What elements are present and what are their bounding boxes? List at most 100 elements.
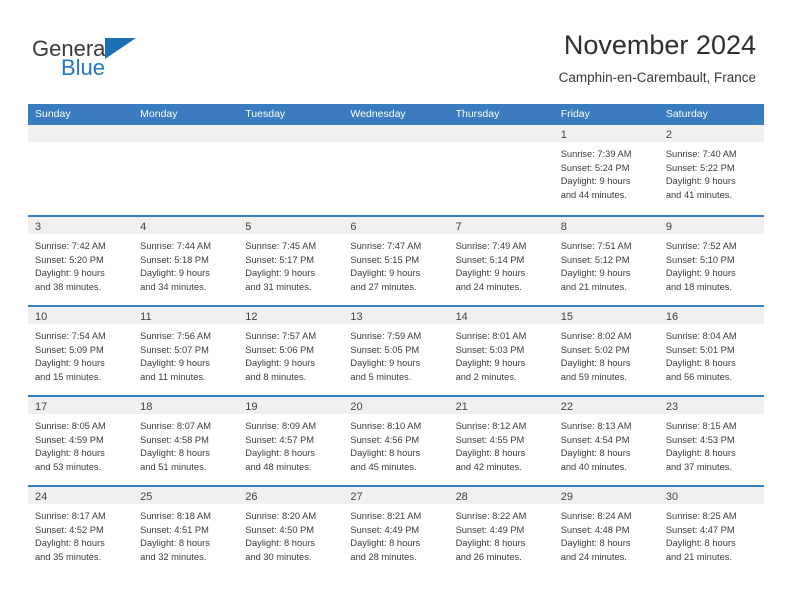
day-number: 13 [350, 311, 363, 323]
day-detail-line: Sunset: 4:55 PM [455, 434, 525, 445]
day-cell[interactable]: 2 Sunrise: 7:40 AM Sunset: 5:22 PM Daylight… [658, 125, 764, 215]
day-detail-line: Daylight: 8 hours [35, 448, 105, 459]
day-cell[interactable]: 22 Sunrise: 8:13 AM Sunset: 4:54 PM Dayligh… [553, 397, 659, 485]
day-cell-empty [133, 125, 239, 215]
day-cell[interactable]: 9 Sunrise: 7:52 AM Sunset: 5:10 PM Daylight… [658, 217, 764, 305]
day-detail-line: Sunset: 4:56 PM [350, 434, 420, 445]
day-cell[interactable]: 8 Sunrise: 7:51 AM Sunset: 5:12 PM Daylight… [553, 217, 659, 305]
week-row: 3 Sunrise: 7:42 AM Sunset: 5:20 PM Daylight… [28, 215, 764, 305]
day-cell[interactable]: 21 Sunrise: 8:12 AM Sunset: 4:55 PM Dayligh… [448, 397, 554, 485]
day-number-band: 16 [658, 307, 764, 324]
day-cell[interactable]: 30 Sunrise: 8:25 AM Sunset: 4:47 PM Dayligh… [658, 487, 764, 575]
day-cell[interactable]: 29 Sunrise: 8:24 AM Sunset: 4:48 PM Dayligh… [553, 487, 659, 575]
day-cell[interactable]: 15 Sunrise: 8:02 AM Sunset: 5:02 PM Dayligh… [553, 307, 659, 395]
day-cell[interactable]: 13 Sunrise: 7:59 AM Sunset: 5:05 PM Dayligh… [343, 307, 449, 395]
day-cell[interactable]: 7 Sunrise: 7:49 AM Sunset: 5:14 PM Daylight… [448, 217, 554, 305]
day-detail-line: Daylight: 9 hours [665, 268, 736, 279]
week-row: 24 Sunrise: 8:17 AM Sunset: 4:52 PM Dayligh… [28, 485, 764, 575]
day-number: 16 [665, 311, 679, 323]
day-cell[interactable]: 26 Sunrise: 8:20 AM Sunset: 4:50 PM Dayligh… [238, 487, 344, 575]
day-header-tuesday: Tuesday [245, 108, 286, 120]
day-detail-line: Daylight: 9 hours [350, 268, 421, 279]
day-detail-line: and 18 minutes. [665, 281, 732, 292]
day-number-band: 4 [133, 217, 239, 234]
day-number-band: 19 [238, 397, 344, 414]
day-detail-line: and 37 minutes. [665, 461, 732, 472]
day-cell[interactable]: 6 Sunrise: 7:47 AM Sunset: 5:15 PM Daylight… [343, 217, 449, 305]
day-number-band [238, 125, 344, 142]
day-cell[interactable]: 3 Sunrise: 7:42 AM Sunset: 5:20 PM Daylight… [28, 217, 134, 305]
day-detail-line: and 40 minutes. [560, 461, 627, 472]
day-cell[interactable]: 4 Sunrise: 7:44 AM Sunset: 5:18 PM Daylight… [133, 217, 239, 305]
day-detail-line: Daylight: 8 hours [140, 448, 210, 459]
day-cell[interactable]: 1 Sunrise: 7:39 AM Sunset: 5:24 PM Daylight… [553, 125, 659, 215]
day-cell[interactable]: 23 Sunrise: 8:15 AM Sunset: 4:53 PM Dayligh… [658, 397, 764, 485]
day-detail-line: and 30 minutes. [245, 551, 312, 562]
brand-logo[interactable]: General Blue [32, 36, 212, 86]
day-detail-line: Sunset: 4:50 PM [245, 524, 315, 535]
day-cell[interactable]: 5 Sunrise: 7:45 AM Sunset: 5:17 PM Daylight… [238, 217, 344, 305]
day-detail-line: Sunset: 4:58 PM [140, 434, 209, 445]
day-cell[interactable]: 10 Sunrise: 7:54 AM Sunset: 5:09 PM Dayligh… [28, 307, 134, 395]
day-cell[interactable]: 16 Sunrise: 8:04 AM Sunset: 5:01 PM Dayligh… [658, 307, 764, 395]
day-detail-line: and 31 minutes. [245, 281, 312, 292]
day-detail-line: and 27 minutes. [350, 281, 417, 292]
day-details: Sunrise: 7:51 AM Sunset: 5:12 PM Daylight:… [554, 234, 659, 294]
day-detail-line: Sunset: 5:17 PM [245, 254, 315, 265]
day-details: Sunrise: 8:25 AM Sunset: 4:47 PM Daylight:… [659, 504, 764, 564]
day-cell[interactable]: 12 Sunrise: 7:57 AM Sunset: 5:06 PM Dayligh… [238, 307, 344, 395]
day-cell[interactable]: 24 Sunrise: 8:17 AM Sunset: 4:52 PM Dayligh… [28, 487, 134, 575]
day-details: Sunrise: 7:40 AM Sunset: 5:22 PM Daylight:… [659, 142, 764, 202]
week-row: 10 Sunrise: 7:54 AM Sunset: 5:09 PM Dayligh… [28, 305, 764, 395]
day-detail-line: Sunrise: 8:01 AM [455, 331, 527, 341]
day-details: Sunrise: 8:10 AM Sunset: 4:56 PM Daylight:… [343, 414, 448, 474]
day-number-band: 21 [448, 397, 554, 414]
day-detail-line: Sunset: 4:49 PM [455, 524, 525, 535]
day-detail-line: and 59 minutes. [560, 371, 627, 382]
day-number: 28 [455, 491, 468, 503]
calendar-page: General Blue November 2024 Camphin-en-Ca… [0, 0, 792, 612]
day-cell-empty [343, 125, 449, 215]
day-cell[interactable]: 18 Sunrise: 8:07 AM Sunset: 4:58 PM Dayligh… [133, 397, 239, 485]
day-number-band: 7 [448, 217, 554, 234]
day-cell[interactable]: 28 Sunrise: 8:22 AM Sunset: 4:49 PM Dayligh… [448, 487, 554, 575]
day-number: 22 [560, 401, 573, 413]
day-details: Sunrise: 8:21 AM Sunset: 4:49 PM Daylight:… [343, 504, 448, 564]
day-detail-line: Sunset: 5:10 PM [665, 254, 735, 265]
day-number-band: 23 [658, 397, 764, 414]
day-detail-line: Sunset: 5:20 PM [35, 254, 104, 265]
day-cell[interactable]: 19 Sunrise: 8:09 AM Sunset: 4:57 PM Dayligh… [238, 397, 344, 485]
day-details: Sunrise: 8:12 AM Sunset: 4:55 PM Daylight:… [449, 414, 554, 474]
day-number-band: 1 [553, 125, 659, 142]
day-number: 8 [560, 221, 567, 233]
day-cell[interactable]: 20 Sunrise: 8:10 AM Sunset: 4:56 PM Dayligh… [343, 397, 449, 485]
day-details [133, 142, 238, 148]
day-cell[interactable]: 14 Sunrise: 8:01 AM Sunset: 5:03 PM Dayligh… [448, 307, 554, 395]
day-number-band: 26 [238, 487, 344, 504]
day-number-band: 10 [28, 307, 134, 324]
day-number-band: 28 [448, 487, 554, 504]
day-number-band: 17 [28, 397, 134, 414]
day-detail-line: Sunset: 4:49 PM [350, 524, 420, 535]
day-number-band: 30 [658, 487, 764, 504]
day-number: 10 [35, 311, 48, 323]
day-detail-line: Sunrise: 8:09 AM [245, 421, 317, 431]
day-detail-line: and 35 minutes. [35, 551, 102, 562]
day-cell[interactable]: 27 Sunrise: 8:21 AM Sunset: 4:49 PM Dayligh… [343, 487, 449, 575]
day-detail-line: Daylight: 9 hours [560, 268, 631, 279]
day-cell[interactable]: 17 Sunrise: 8:05 AM Sunset: 4:59 PM Dayligh… [28, 397, 134, 485]
day-cell[interactable]: 25 Sunrise: 8:18 AM Sunset: 4:51 PM Dayligh… [133, 487, 239, 575]
day-detail-line: and 24 minutes. [455, 281, 522, 292]
day-number: 27 [350, 491, 363, 503]
day-detail-line: Sunrise: 7:56 AM [140, 331, 211, 341]
day-detail-line: Sunrise: 7:49 AM [455, 241, 527, 251]
day-detail-line: Sunrise: 8:18 AM [140, 511, 211, 521]
day-detail-line: Sunrise: 7:57 AM [245, 331, 317, 341]
day-detail-line: and 8 minutes. [245, 371, 307, 382]
calendar-grid: Sunday Monday Tuesday Wednesday Thursday Frid… [28, 104, 764, 575]
day-number-band: 12 [238, 307, 344, 324]
day-details: Sunrise: 8:09 AM Sunset: 4:57 PM Daylight:… [238, 414, 343, 474]
day-detail-line: Sunrise: 7:52 AM [665, 241, 737, 251]
day-cell[interactable]: 11 Sunrise: 7:56 AM Sunset: 5:07 PM Dayligh… [133, 307, 239, 395]
day-number: 24 [35, 491, 48, 503]
